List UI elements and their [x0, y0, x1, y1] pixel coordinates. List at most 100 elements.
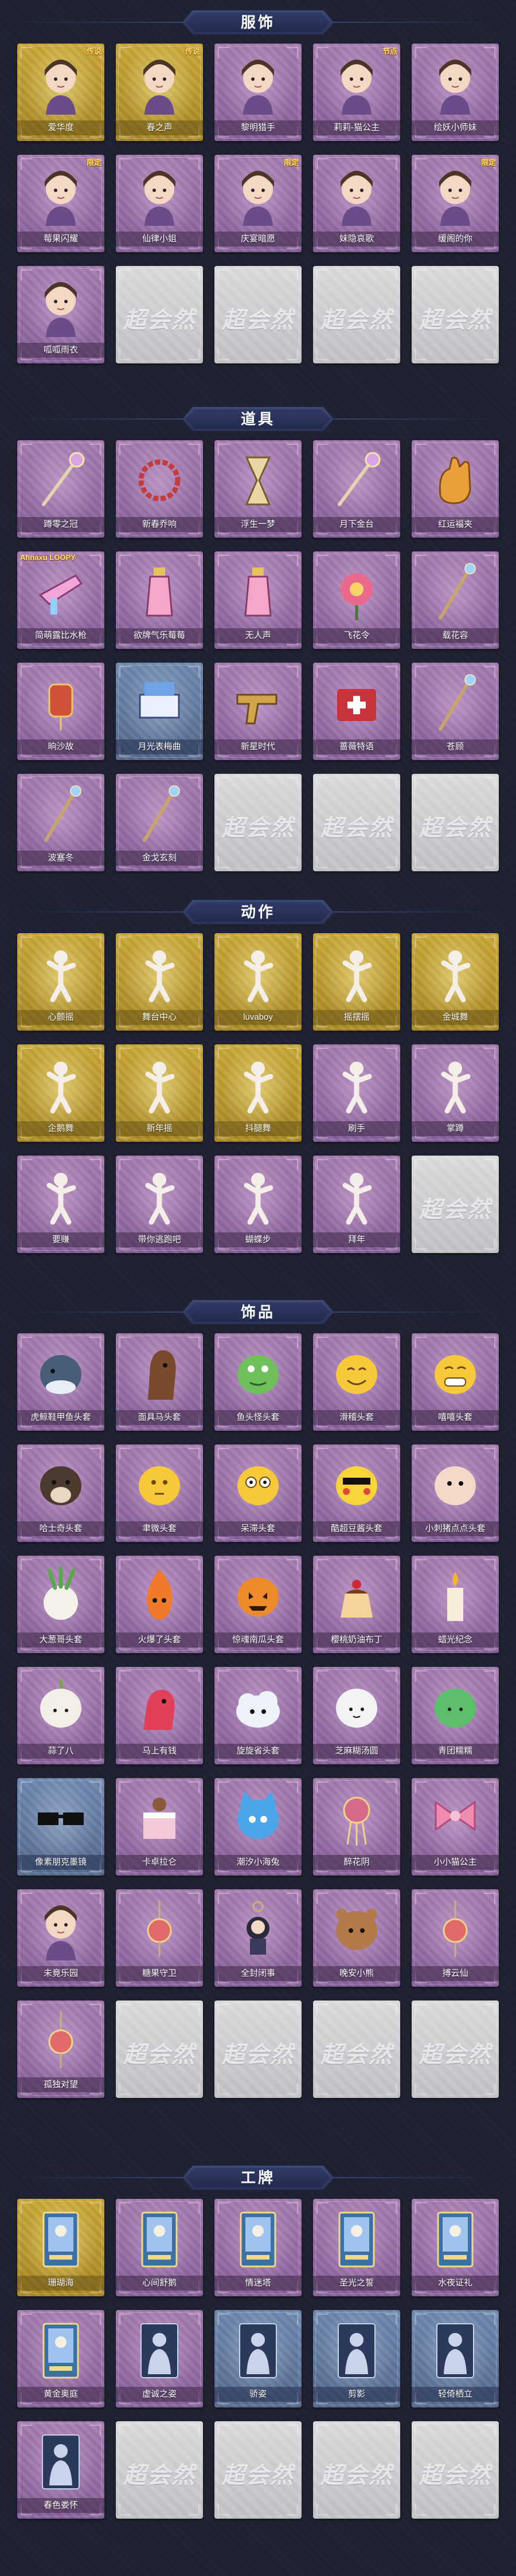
item-card[interactable]: 马上有钱: [116, 1667, 203, 1764]
card-corner-ornament: [218, 1559, 229, 1571]
item-name: 小小猫公主: [433, 1857, 477, 1867]
bottle-icon: [229, 561, 287, 623]
item-card[interactable]: 卡卓拉仑: [116, 1778, 203, 1876]
item-card[interactable]: 聿微头套: [116, 1444, 203, 1542]
item-card[interactable]: 刷手: [313, 1044, 400, 1142]
item-card[interactable]: 掌蹲: [412, 1044, 499, 1142]
item-card[interactable]: luvaboy: [214, 933, 302, 1031]
item-card[interactable]: 舞台中心: [116, 933, 203, 1031]
item-card[interactable]: 嘻嘻头套: [412, 1333, 499, 1431]
item-card[interactable]: 蜡光纪念: [412, 1556, 499, 1653]
item-card[interactable]: 金城舞: [412, 933, 499, 1031]
item-card[interactable]: 樱桃奶油布丁: [313, 1556, 400, 1653]
item-card[interactable]: 黎明猎手: [214, 44, 302, 141]
item-card[interactable]: 爱华度 传说: [17, 44, 104, 141]
item-card[interactable]: 金戈玄刻: [116, 774, 203, 871]
item-card[interactable]: 绘妖小师妹: [412, 44, 499, 141]
card-corner-ornament: [316, 1448, 328, 1459]
item-card[interactable]: 要赚: [17, 1156, 104, 1253]
item-card[interactable]: 浮生一梦: [214, 440, 302, 538]
item-card[interactable]: 蝴蝶步: [214, 1156, 302, 1253]
item-card[interactable]: 未竟乐园: [17, 1889, 104, 1987]
item-card[interactable]: 拜年: [313, 1156, 400, 1253]
item-card[interactable]: 虎鲸鞋甲鱼头套: [17, 1333, 104, 1431]
item-card[interactable]: 哈士奇头套: [17, 1444, 104, 1542]
item-card[interactable]: 春之声 传说: [116, 44, 203, 141]
card-corner-ornament: [89, 1670, 101, 1682]
item-card[interactable]: 心颤摇: [17, 933, 104, 1031]
item-card[interactable]: 飞花令: [313, 551, 400, 649]
item-card[interactable]: 虚诚之姿: [116, 2310, 203, 2407]
item-card[interactable]: 新春乔响: [116, 440, 203, 538]
item-card[interactable]: 春色娄怀: [17, 2421, 104, 2519]
item-card[interactable]: 月光表梅曲: [116, 663, 203, 760]
item-card[interactable]: 红运福夹: [412, 440, 499, 538]
item-card[interactable]: 剪影: [313, 2310, 400, 2407]
card-corner-ornament: [287, 1893, 298, 1904]
card-corner-ornament: [484, 555, 495, 566]
item-card[interactable]: 苍顾: [412, 663, 499, 760]
item-card[interactable]: 水夜证礼: [412, 2199, 499, 2296]
item-card[interactable]: 仙律小姐: [116, 155, 203, 252]
section-title: 工牌: [240, 2169, 275, 2186]
item-card[interactable]: 潮汐小海兔: [214, 1778, 302, 1876]
item-card[interactable]: 莓果闪耀 限定: [17, 155, 104, 252]
item-card[interactable]: 圣光之誓: [313, 2199, 400, 2296]
item-card[interactable]: 月下金台: [313, 440, 400, 538]
item-card[interactable]: 像素朋克墨镜: [17, 1778, 104, 1876]
item-card[interactable]: 醉花阴: [313, 1778, 400, 1876]
item-name: 卡卓拉仑: [142, 1857, 177, 1867]
item-card[interactable]: 搏云仙: [412, 1889, 499, 1987]
item-card[interactable]: 载花容: [412, 551, 499, 649]
card-corner-ornament: [287, 1159, 298, 1170]
item-card[interactable]: 简萌露比水枪 Ahnaxu LOOPY: [17, 551, 104, 649]
item-card[interactable]: 带你逃跑吧: [116, 1156, 203, 1253]
item-card[interactable]: 欲牌气乐莓莓: [116, 551, 203, 649]
item-card[interactable]: 鱼头怪头套: [214, 1333, 302, 1431]
item-card[interactable]: 火爆了头套: [116, 1556, 203, 1653]
item-card[interactable]: 黄金奥庭: [17, 2310, 104, 2407]
item-card[interactable]: 珊瑚海: [17, 2199, 104, 2296]
item-name: 惊魂南瓜头套: [232, 1635, 284, 1645]
card-corner-ornament: [484, 1048, 495, 1059]
item-card[interactable]: 抖腿舞: [214, 1044, 302, 1142]
item-card[interactable]: 晚安小熊: [313, 1889, 400, 1987]
item-card[interactable]: 蔷薇特语: [313, 663, 400, 760]
item-card[interactable]: 骄姿: [214, 2310, 302, 2407]
item-card[interactable]: 酷超豆酱头套: [313, 1444, 400, 1542]
item-card[interactable]: 全封闭事: [214, 1889, 302, 1987]
item-card[interactable]: 旋旋省头套: [214, 1667, 302, 1764]
item-card[interactable]: 小小猫公主: [412, 1778, 499, 1876]
item-card[interactable]: 无人声: [214, 551, 302, 649]
item-card[interactable]: 新星时代: [214, 663, 302, 760]
item-card[interactable]: 孤独对望: [17, 2000, 104, 2098]
item-card[interactable]: 面具马头套: [116, 1333, 203, 1431]
item-card[interactable]: 糖果守卫: [116, 1889, 203, 1987]
item-card[interactable]: 惊魂南瓜头套: [214, 1556, 302, 1653]
card-corner-ornament: [188, 269, 200, 281]
item-card[interactable]: 蹲零之冠: [17, 440, 104, 538]
item-card[interactable]: 摇摆摇: [313, 933, 400, 1031]
item-card[interactable]: 大葱哥头套: [17, 1556, 104, 1653]
card-corner-ornament: [484, 2083, 495, 2095]
item-card[interactable]: 心间舒鹅: [116, 2199, 203, 2296]
item-card[interactable]: 呱呱雨衣: [17, 266, 104, 363]
card-corner-ornament: [21, 47, 32, 58]
item-card[interactable]: 情迷塔: [214, 2199, 302, 2296]
item-card[interactable]: 新年摇: [116, 1044, 203, 1142]
item-card[interactable]: 企鹅舞: [17, 1044, 104, 1142]
item-card[interactable]: 晌沙故: [17, 663, 104, 760]
item-card[interactable]: 妹隐哀歌: [313, 155, 400, 252]
item-card[interactable]: 呆滞头套: [214, 1444, 302, 1542]
item-card[interactable]: 波塞冬: [17, 774, 104, 871]
item-card[interactable]: 缓阁的你 限定: [412, 155, 499, 252]
item-card[interactable]: 小刺猪点点头套: [412, 1444, 499, 1542]
item-card[interactable]: 蒜了八: [17, 1667, 104, 1764]
item-card[interactable]: 莉莉-猫公主 节点: [313, 44, 400, 141]
card-corner-ornament: [218, 937, 229, 948]
item-card[interactable]: 滑稽头套: [313, 1333, 400, 1431]
item-card[interactable]: 轻倚栖立: [412, 2310, 499, 2407]
item-card[interactable]: 青团糯糯: [412, 1667, 499, 1764]
item-card[interactable]: 庆宴暗愿 限定: [214, 155, 302, 252]
item-card[interactable]: 芝麻糊汤圆: [313, 1667, 400, 1764]
